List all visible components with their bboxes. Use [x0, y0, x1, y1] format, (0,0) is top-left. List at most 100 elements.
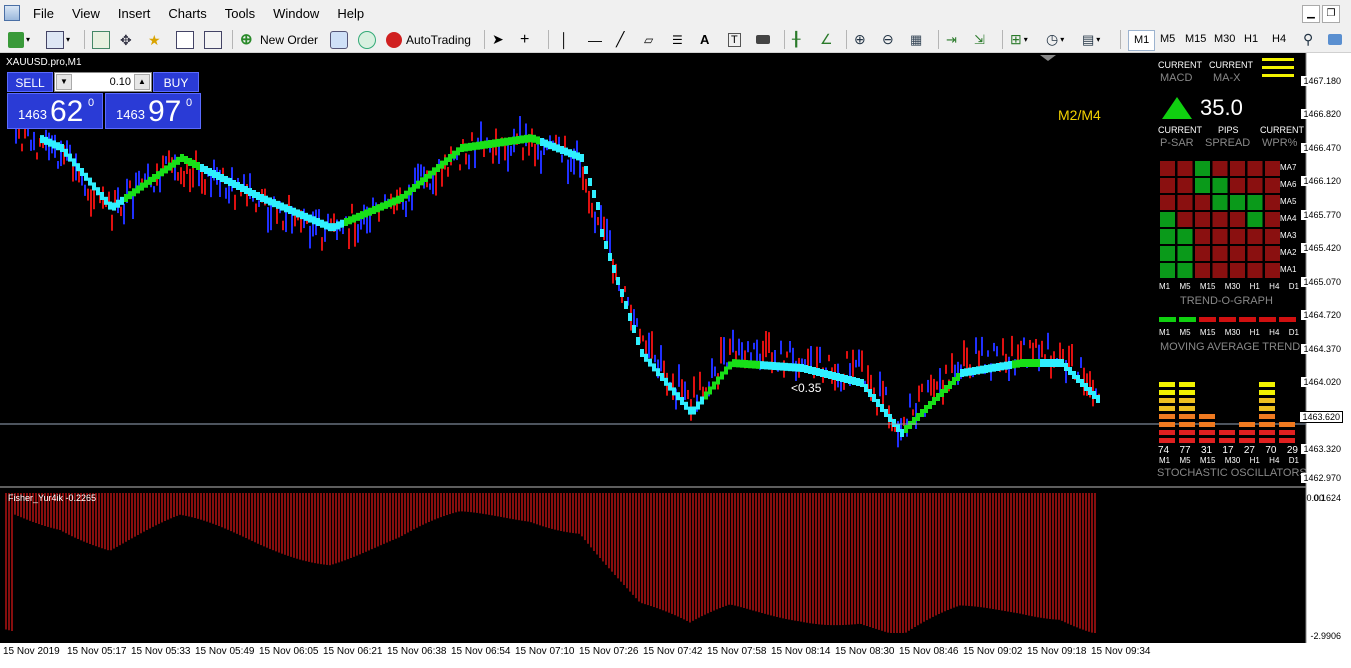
menu-window[interactable]: Window — [264, 0, 328, 27]
time-axis[interactable]: 15 Nov 2019 15 Nov 05:17 15 Nov 05:33 15 No… — [0, 643, 1351, 668]
bar-chart-button[interactable]: ╂ — [792, 30, 800, 49]
stochastic-segment — [1199, 422, 1215, 427]
buy-price-box[interactable]: 1463 97 0 — [105, 93, 201, 129]
trend-ma-segment — [476, 141, 480, 150]
menu-view[interactable]: View — [63, 0, 109, 27]
menu-insert[interactable]: Insert — [109, 0, 160, 27]
meta-editor-button[interactable] — [330, 30, 348, 49]
pips-caption: PIPS — [1218, 125, 1239, 135]
price-axis-label: 1466.820 — [1301, 109, 1343, 119]
stochastic-bars — [1159, 382, 1295, 443]
text-tool[interactable]: A — [700, 30, 709, 49]
trend-ma-segment — [176, 156, 180, 165]
trend-ma-segment — [68, 153, 72, 162]
stochastic-segment — [1159, 438, 1175, 443]
trend-ma-segment — [308, 214, 312, 223]
trend-ma-segment — [108, 201, 112, 210]
autoscroll-button[interactable]: ⇲ — [974, 30, 985, 49]
ma-row-label: MA1 — [1280, 265, 1297, 274]
autotrading-button[interactable]: AutoTrading — [386, 30, 471, 49]
trend-ma-segment — [792, 363, 796, 372]
moving-average-trend-label: MOVING AVERAGE TREND — [1160, 341, 1301, 353]
trend-ma-segment — [568, 149, 572, 158]
horizontal-line-tool[interactable]: — — [588, 30, 602, 49]
market-watch-button[interactable] — [92, 30, 110, 49]
terminal-button[interactable] — [176, 30, 194, 49]
templates-button[interactable]: ▤ ▾ — [1082, 30, 1100, 49]
tile-windows-button[interactable]: ▦ — [910, 30, 922, 49]
trend-cell — [1265, 161, 1280, 176]
fibonacci-tool[interactable]: ☰ — [672, 30, 683, 49]
timeframe-m30[interactable]: M30 — [1209, 30, 1240, 49]
stochastic-segment — [1239, 438, 1255, 443]
trend-cell — [1212, 161, 1228, 176]
trend-cell — [1195, 161, 1210, 176]
data-window-button[interactable]: ✥ — [120, 30, 136, 49]
timeframe-m1[interactable]: M1 — [1128, 30, 1156, 51]
trend-ma-segment — [604, 241, 608, 249]
menu-bar: File View Insert Charts Tools Window Hel… — [0, 0, 1351, 27]
trend-ma-segment — [896, 424, 900, 432]
trend-cell — [1177, 229, 1193, 244]
lot-decrease-button[interactable]: ▼ — [56, 74, 72, 90]
arrows-tool[interactable] — [756, 30, 770, 49]
periods-button[interactable]: ◷ ▾ — [1046, 30, 1064, 49]
trend-ma-segment — [132, 188, 136, 197]
profiles-button[interactable]: ▾ — [46, 30, 70, 49]
menu-charts[interactable]: Charts — [159, 0, 215, 27]
zoom-in-button[interactable]: ⊕ — [854, 30, 866, 49]
ma-row-label: MA6 — [1280, 180, 1297, 189]
new-chart-button[interactable]: ▾ — [8, 30, 30, 49]
tester-button[interactable] — [204, 30, 222, 49]
indicators-button[interactable]: ⊞ ▾ — [1010, 30, 1028, 49]
line-chart-button[interactable]: ∠ — [820, 30, 833, 49]
minimize-button[interactable]: ▁ — [1302, 5, 1320, 23]
channel-tool[interactable]: ▱ — [644, 30, 653, 49]
menu-help[interactable]: Help — [328, 0, 373, 27]
sell-price-box[interactable]: 1463 62 0 — [7, 93, 103, 129]
trend-ma-segment — [652, 363, 656, 372]
chat-button[interactable] — [1328, 30, 1342, 49]
signals-button[interactable] — [358, 30, 376, 49]
zoom-out-button[interactable]: ⊖ — [882, 30, 894, 49]
dashboard-timeframe-label: M5 — [1179, 282, 1191, 291]
horizontal-line-icon: — — [588, 31, 602, 48]
trend-ma-segment — [676, 392, 680, 401]
menu-tools[interactable]: Tools — [216, 0, 264, 27]
timeframe-m15[interactable]: M15 — [1180, 30, 1211, 49]
navigator-button[interactable]: ★ — [148, 30, 164, 49]
timeframe-h1[interactable]: H1 — [1239, 30, 1263, 49]
chart-symbol-title: XAUUSD.pro,M1 — [6, 57, 82, 68]
trendline-icon: ╱ — [616, 31, 625, 47]
vertical-line-tool[interactable]: │ — [560, 30, 569, 49]
sell-button[interactable]: SELL — [7, 72, 53, 92]
trend-ma-segment — [72, 158, 76, 167]
restore-button[interactable]: ❐ — [1322, 5, 1340, 23]
trend-ma-segment — [928, 401, 932, 409]
search-button[interactable]: ⚲ — [1303, 30, 1313, 49]
timeframe-m5[interactable]: M5 — [1155, 30, 1180, 49]
trend-ma-segment — [1040, 359, 1044, 367]
vertical-line-icon: │ — [560, 31, 569, 48]
trend-ma-segment — [640, 349, 644, 357]
chart-shift-button[interactable]: ⇥ — [946, 30, 957, 49]
lot-input[interactable] — [75, 74, 131, 90]
cursor-tool[interactable]: ➤ — [492, 30, 504, 49]
trend-cell — [1177, 161, 1193, 176]
text-label-tool[interactable]: T — [728, 30, 741, 49]
menu-file[interactable]: File — [24, 0, 63, 27]
trend-ma-segment — [140, 182, 144, 191]
new-chart-icon — [8, 31, 24, 48]
trend-ma-segment — [80, 168, 84, 176]
trend-ma-segment — [360, 211, 364, 220]
price-chart-canvas[interactable] — [0, 53, 1351, 668]
lot-increase-button[interactable]: ▲ — [134, 74, 150, 90]
trend-ma-segment — [164, 165, 168, 174]
buy-button[interactable]: BUY — [153, 72, 199, 92]
chart-window[interactable]: XAUUSD.pro,M1 SELL ▼ ▲ BUY 1463 62 0 146… — [0, 53, 1351, 668]
crosshair-tool[interactable]: + — [520, 30, 529, 49]
timeframe-h4[interactable]: H4 — [1267, 30, 1291, 49]
chart-shift-marker[interactable] — [1040, 55, 1056, 61]
new-order-button[interactable]: ⊕ New Order — [240, 30, 318, 49]
trendline-tool[interactable]: ╱ — [616, 30, 624, 49]
